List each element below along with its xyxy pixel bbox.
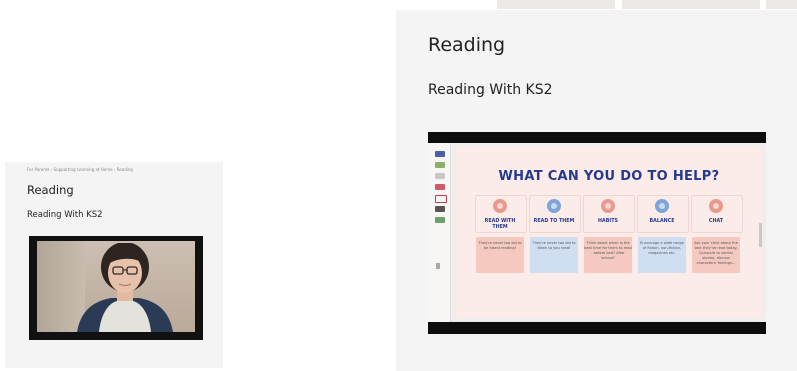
top-strip xyxy=(497,0,615,9)
column-heading: CHAT xyxy=(708,219,724,224)
page-subtitle: Reading With KS2 xyxy=(428,82,553,98)
heart-icon xyxy=(493,199,507,213)
scrollbar[interactable] xyxy=(759,223,762,247)
page-title: Reading xyxy=(27,183,74,197)
column-heading: HABITS xyxy=(598,219,618,224)
thumbnail-icon[interactable] xyxy=(435,217,445,223)
presentation-app: WHAT CAN YOU DO TO HELP? READ WITH THEM … xyxy=(428,143,766,322)
thumbnail-icon[interactable] xyxy=(435,184,445,190)
column-heading: BALANCE xyxy=(649,219,675,224)
left-card: For Parents › Supporting Learning at Hom… xyxy=(5,162,223,368)
clock-icon xyxy=(601,199,615,213)
thumbnail-icon[interactable] xyxy=(435,206,445,212)
top-strip xyxy=(766,0,797,9)
video-player[interactable] xyxy=(29,236,203,340)
column-heading: READ TO THEM xyxy=(533,219,575,224)
breadcrumb[interactable]: For Parents › Supporting Learning at Hom… xyxy=(27,167,133,172)
column-heading: READ WITH THEM xyxy=(484,219,516,230)
webcam-video[interactable] xyxy=(37,241,195,332)
slide-thumbnail-panel xyxy=(428,143,451,322)
column-body: Ask your child about the text they've re… xyxy=(692,237,740,273)
book-icon xyxy=(547,199,561,213)
column-body: Encourage a wide range of fiction, non-f… xyxy=(638,237,686,273)
thumbnail-icon[interactable] xyxy=(435,173,445,179)
scales-icon xyxy=(655,199,669,213)
thumbnail-icon[interactable] xyxy=(435,195,447,203)
page-subtitle: Reading With KS2 xyxy=(27,210,103,220)
slide-title: WHAT CAN YOU DO TO HELP? xyxy=(498,169,720,184)
chat-icon xyxy=(709,199,723,213)
video-player[interactable]: WHAT CAN YOU DO TO HELP? READ WITH THEM … xyxy=(428,132,766,334)
thumbnail-icon[interactable] xyxy=(435,162,445,168)
column-body: They're never too old to listen to you r… xyxy=(530,237,578,273)
page-title: Reading xyxy=(428,34,506,56)
cursor-icon xyxy=(436,263,440,269)
top-strip xyxy=(622,0,760,9)
presentation-slide: WHAT CAN YOU DO TO HELP? READ WITH THEM … xyxy=(456,147,762,318)
right-card: Reading Reading With KS2 WHAT CAN YOU DO… xyxy=(396,10,797,371)
thumbnail-icon[interactable] xyxy=(435,151,445,157)
column-body: Think about when is the best time for th… xyxy=(584,237,632,273)
column-body: They're never too old to be heard readin… xyxy=(476,237,524,273)
presenter-person xyxy=(77,243,173,332)
